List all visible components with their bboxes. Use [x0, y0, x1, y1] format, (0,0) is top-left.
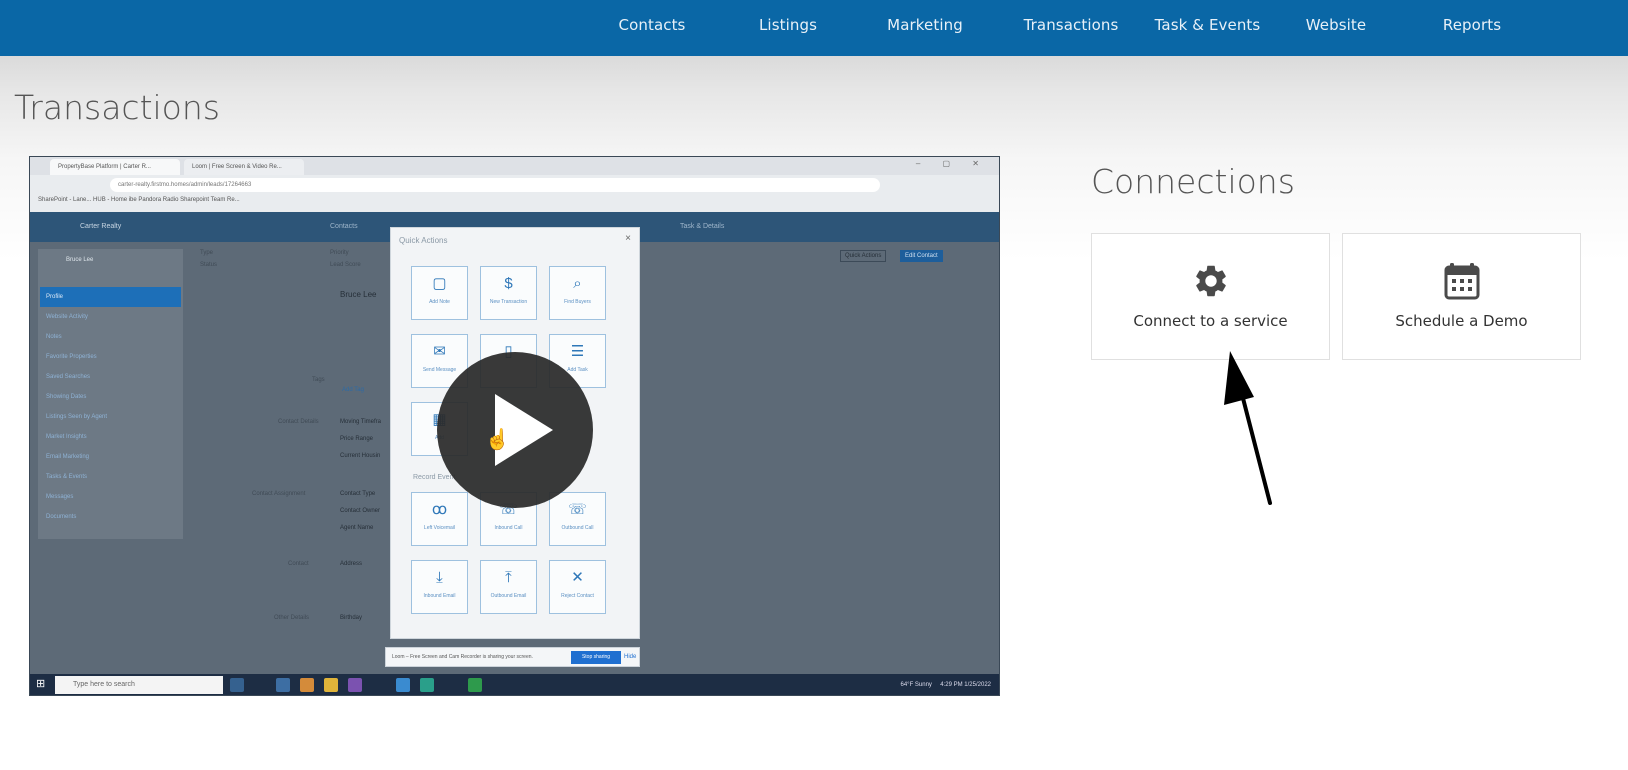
video-label: Contact	[288, 561, 309, 567]
video-side-item: Documents	[46, 514, 77, 520]
video-contact-name: Bruce Lee	[66, 257, 94, 263]
video-label: Priority	[330, 250, 349, 256]
windows-icon: ⊞	[36, 678, 46, 690]
video-label: Other Details	[274, 615, 310, 621]
taskbar-tray: 64°F Sunny 4:29 PM 1/25/2022	[900, 674, 992, 695]
app-icon	[348, 678, 362, 692]
note-icon: ▢ Add Note	[411, 266, 468, 320]
stop-sharing-button: Stop sharing	[571, 651, 621, 664]
video-bookmarks: SharePoint - Lane... HUB - Home ibe Pand…	[38, 197, 240, 203]
clock-date: 1/25/2022	[964, 682, 991, 688]
taskbar-search: Type here to search	[55, 676, 223, 694]
video-sidebar: Bruce Lee Profile Website Activity Notes…	[38, 249, 183, 539]
video-label: Contact Type	[340, 491, 376, 497]
modal-title: Quick Actions	[399, 236, 448, 245]
video-label: Contact Owner	[340, 508, 381, 514]
video-share-bar: Loom – Free Screen and Cam Recorder is s…	[385, 647, 640, 667]
video-taskbar: ⊞ Type here to search 64°F Sunny 4:29 PM…	[30, 674, 999, 695]
taskview-icon	[230, 678, 244, 692]
video-label: Contact Assignment	[252, 491, 306, 497]
weather-text: 64°F Sunny	[900, 682, 932, 688]
connect-service-card[interactable]: Connect to a service	[1091, 233, 1330, 360]
excel-icon	[468, 678, 482, 692]
video-label: Type	[200, 250, 214, 256]
video-browser-tabs: PropertyBase Platform | Carter R... Loom…	[30, 157, 999, 175]
video-side-item: Saved Searches	[46, 374, 91, 380]
video-tab: Loom | Free Screen & Video Re...	[184, 159, 304, 175]
top-navigation: Contacts Listings Marketing Transactions…	[0, 0, 1628, 56]
connections-title: Connections	[1091, 162, 1295, 201]
share-bar-text: Loom – Free Screen and Cam Recorder is s…	[392, 654, 533, 660]
video-label: Moving Timefra	[340, 419, 382, 425]
video-side-item: Email Marketing	[46, 454, 90, 460]
nav-listings[interactable]: Listings	[748, 0, 828, 50]
outbound-call-icon: ☏ Outbound Call	[549, 492, 606, 546]
video-side-item: Favorite Properties	[46, 354, 97, 360]
video-label: Birthday	[340, 615, 363, 621]
video-app-brand: Carter Realty	[80, 223, 122, 230]
voicemail-icon: ꝏ Left Voicemail	[411, 492, 468, 546]
outbound-email-icon: ⤒ Outbound Email	[480, 560, 537, 614]
nav-transactions[interactable]: Transactions	[1016, 0, 1126, 50]
video-label: Lead Score	[330, 262, 361, 268]
gear-icon	[1092, 262, 1329, 305]
video-side-item: Messages	[46, 494, 74, 500]
nav-reports[interactable]: Reports	[1432, 0, 1512, 50]
video-label: Current Housin	[340, 453, 381, 459]
video-side-item: Website Activity	[46, 314, 88, 320]
window-controls-icon: – ▢ ✕	[915, 159, 989, 168]
connect-service-label: Connect to a service	[1133, 312, 1288, 330]
video-app-tasks: Task & Details	[680, 223, 725, 230]
transaction-icon: $ New Transaction	[480, 266, 537, 320]
annotation-arrow-icon	[1224, 351, 1272, 505]
video-app-contacts: Contacts	[330, 223, 358, 230]
app-icon	[396, 678, 410, 692]
video-edit-contact-button: Edit Contact	[900, 250, 943, 262]
reject-icon: ✕ Reject Contact	[549, 560, 606, 614]
page-title: Transactions	[14, 88, 220, 127]
video-side-item: Showing Dates	[46, 394, 87, 400]
video-label: Agent Name	[340, 525, 374, 531]
video-label: Status	[200, 262, 218, 268]
video-side-item: Listings Seen by Agent	[46, 414, 108, 420]
edge-icon	[420, 678, 434, 692]
inbound-email-icon: ⤓ Inbound Email	[411, 560, 468, 614]
nav-contacts[interactable]: Contacts	[612, 0, 692, 50]
video-browser-chrome: PropertyBase Platform | Carter R... Loom…	[30, 157, 999, 212]
calendar-icon	[1343, 262, 1580, 305]
nav-website[interactable]: Website	[1296, 0, 1376, 50]
video-label: Price Range	[340, 436, 374, 442]
hide-button: Hide	[624, 654, 637, 660]
video-label: Add Tag	[342, 387, 364, 393]
video-quick-actions-button: Quick Actions	[840, 250, 887, 262]
nav-marketing[interactable]: Marketing	[880, 0, 970, 50]
video-label: Address	[340, 561, 363, 567]
video-tab: PropertyBase Platform | Carter R...	[50, 159, 180, 175]
app-icon	[276, 678, 290, 692]
search-icon: ⌕ Find Buyers	[549, 266, 606, 320]
video-label: Tags	[312, 377, 325, 383]
clock-time: 4:29 PM	[940, 682, 963, 688]
close-icon: ×	[625, 233, 631, 244]
app-icon	[300, 678, 314, 692]
video-address-bar: carter-realty.firstmo.homes/admin/leads/…	[110, 178, 880, 192]
video-side-item: Tasks & Events	[46, 474, 88, 480]
schedule-demo-label: Schedule a Demo	[1395, 312, 1528, 330]
video-side-item: Market Insights	[46, 434, 87, 440]
video-side-item: Notes	[46, 334, 62, 340]
video-side-item: Profile	[40, 287, 181, 307]
modal-subtitle: Record Event	[413, 474, 456, 481]
video-label: Bruce Lee	[340, 290, 377, 299]
folder-icon	[324, 678, 338, 692]
play-button[interactable]	[437, 352, 593, 508]
schedule-demo-card[interactable]: Schedule a Demo	[1342, 233, 1581, 360]
video-label: Contact Details	[278, 419, 319, 425]
nav-task-events[interactable]: Task & Events	[1150, 0, 1265, 50]
tutorial-video[interactable]: PropertyBase Platform | Carter R... Loom…	[29, 156, 1000, 696]
hand-cursor-icon: ☝	[485, 429, 510, 451]
